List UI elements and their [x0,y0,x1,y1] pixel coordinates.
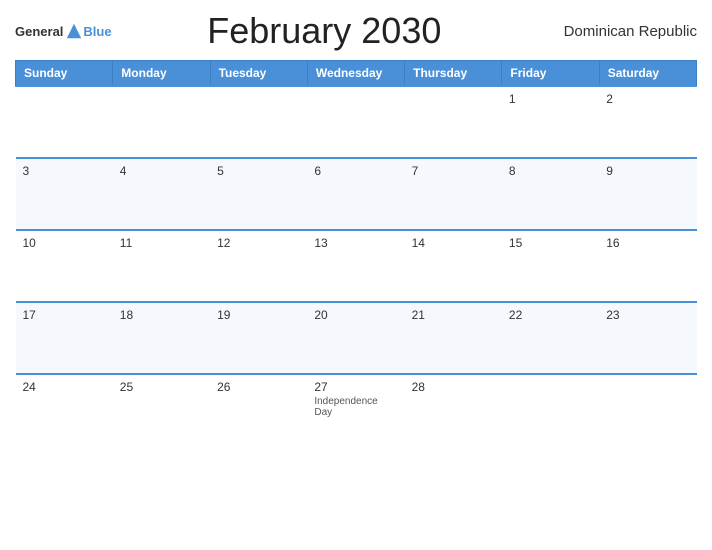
calendar-cell: 17 [16,302,113,374]
day-number: 18 [120,308,203,322]
calendar-cell: 22 [502,302,599,374]
calendar-cell [113,86,210,158]
day-number: 23 [606,308,689,322]
calendar-cell: 24 [16,374,113,446]
weekday-header-thursday: Thursday [405,61,502,87]
calendar-week-row: 17 18 19 20 21 22 23 [16,302,697,374]
day-number: 11 [120,236,203,250]
day-number: 21 [412,308,495,322]
day-number: 4 [120,164,203,178]
day-number: 7 [412,164,495,178]
calendar-cell: 12 [210,230,307,302]
calendar-cell: 8 [502,158,599,230]
day-number: 17 [23,308,106,322]
calendar-cell: 7 [405,158,502,230]
day-number: 9 [606,164,689,178]
weekday-header-monday: Monday [113,61,210,87]
calendar-cell [599,374,696,446]
calendar-week-row: 10 11 12 13 14 15 16 [16,230,697,302]
calendar-cell: 27 Independence Day [307,374,404,446]
calendar-cell: 9 [599,158,696,230]
calendar-cell: 5 [210,158,307,230]
calendar-cell [16,86,113,158]
day-number: 3 [23,164,106,178]
calendar-cell [502,374,599,446]
weekday-header-friday: Friday [502,61,599,87]
weekday-header-saturday: Saturday [599,61,696,87]
day-number: 20 [314,308,397,322]
day-number: 27 [314,380,397,394]
calendar-week-row: 3456 789 [16,158,697,230]
day-number: 25 [120,380,203,394]
calendar-cell: 16 [599,230,696,302]
calendar-cell: 10 [16,230,113,302]
calendar-cell: 25 [113,374,210,446]
calendar-week-row: 12 [16,86,697,158]
calendar-header: General Blue February 2030 Dominican Rep… [15,10,697,52]
weekday-header-wednesday: Wednesday [307,61,404,87]
day-number: 14 [412,236,495,250]
day-number: 22 [509,308,592,322]
calendar-cell [405,86,502,158]
weekday-header-sunday: Sunday [16,61,113,87]
logo-general-text: General [15,24,63,39]
weekday-header-tuesday: Tuesday [210,61,307,87]
day-number: 24 [23,380,106,394]
day-number: 12 [217,236,300,250]
calendar-cell: 20 [307,302,404,374]
day-number: 26 [217,380,300,394]
logo: General Blue [15,22,112,40]
calendar-cell: 4 [113,158,210,230]
calendar-cell: 23 [599,302,696,374]
event-label: Independence Day [314,396,397,418]
calendar-cell: 21 [405,302,502,374]
calendar-cell: 15 [502,230,599,302]
day-number: 15 [509,236,592,250]
calendar-cell: 2 [599,86,696,158]
country-label: Dominican Republic [537,23,697,40]
calendar-cell: 13 [307,230,404,302]
day-number: 8 [509,164,592,178]
calendar-cell: 6 [307,158,404,230]
calendar-cell: 18 [113,302,210,374]
day-number: 1 [509,92,592,106]
calendar-cell: 1 [502,86,599,158]
calendar-cell: 19 [210,302,307,374]
day-number: 13 [314,236,397,250]
day-number: 16 [606,236,689,250]
calendar-cell: 26 [210,374,307,446]
logo-icon [65,22,83,40]
day-number: 19 [217,308,300,322]
calendar-cell: 11 [113,230,210,302]
calendar-cell: 14 [405,230,502,302]
calendar-cell: 28 [405,374,502,446]
calendar-table: SundayMondayTuesdayWednesdayThursdayFrid… [15,60,697,446]
day-number: 2 [606,92,689,106]
calendar-cell [210,86,307,158]
weekday-header-row: SundayMondayTuesdayWednesdayThursdayFrid… [16,61,697,87]
day-number: 6 [314,164,397,178]
calendar-cell [307,86,404,158]
day-number: 10 [23,236,106,250]
calendar-page: General Blue February 2030 Dominican Rep… [0,0,712,550]
day-number: 28 [412,380,495,394]
calendar-cell: 3 [16,158,113,230]
calendar-week-row: 24 25 26 27 Independence Day 28 [16,374,697,446]
day-number: 5 [217,164,300,178]
logo-blue-text: Blue [83,24,111,39]
calendar-title: February 2030 [112,10,537,52]
